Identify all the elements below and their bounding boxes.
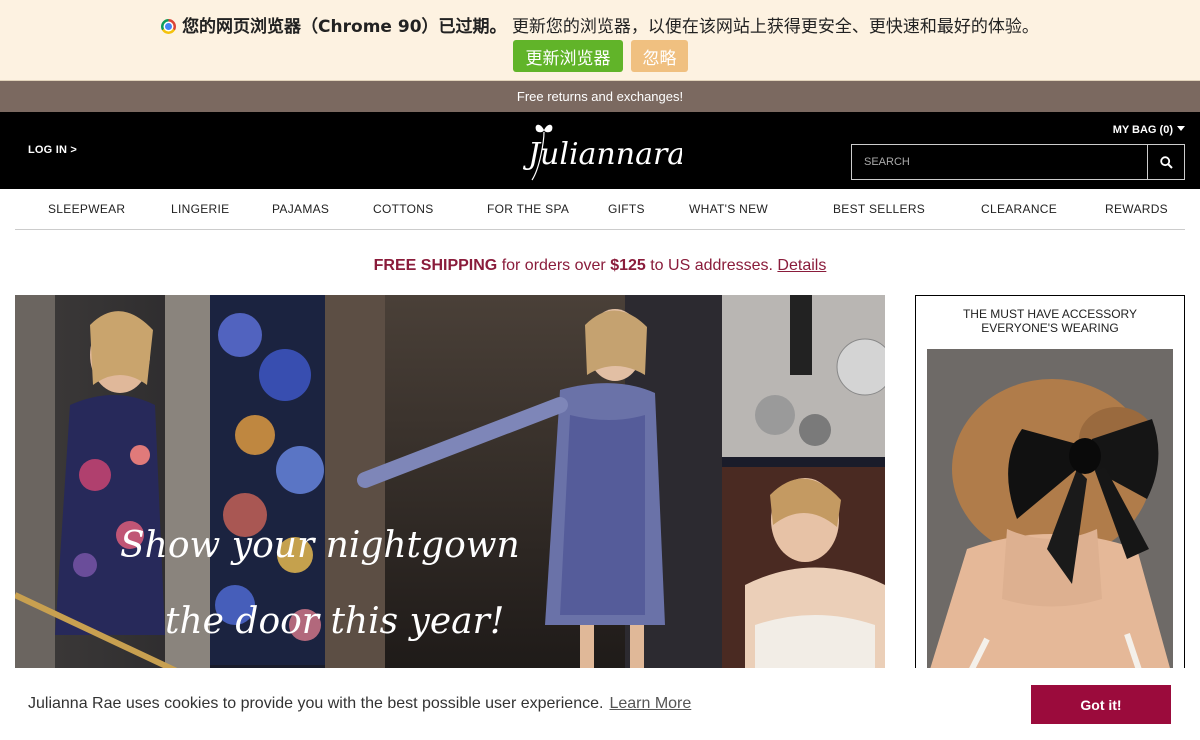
- nav-item-pajamas[interactable]: PAJAMAS: [272, 202, 329, 216]
- nav-item-sleepwear[interactable]: SLEEPWEAR: [48, 202, 125, 216]
- nav-item-rewards[interactable]: REWARDS: [1105, 202, 1168, 216]
- side-promo[interactable]: THE MUST HAVE ACCESSORY EVERYONE'S WEARI…: [915, 295, 1185, 685]
- update-browser-button[interactable]: 更新浏览器: [513, 40, 623, 72]
- search-button[interactable]: [1147, 145, 1184, 179]
- nav-item-gifts[interactable]: GIFTS: [608, 202, 645, 216]
- cookie-message-container: Julianna Rae uses cookies to provide you…: [28, 695, 691, 713]
- free-shipping-amount: $125: [610, 257, 646, 274]
- free-shipping-text2: to US addresses.: [650, 257, 773, 274]
- nav-item-lingerie[interactable]: LINGERIE: [171, 202, 229, 216]
- site-header: LOG IN > Juliannarae MY BAG (0): [0, 112, 1200, 189]
- browser-update-title: 您的网页浏览器（Chrome 90）已过期。: [182, 17, 507, 37]
- ignore-button[interactable]: 忽略: [631, 40, 688, 72]
- free-shipping-text1: for orders over: [501, 257, 606, 274]
- promo-bar: Free returns and exchanges!: [0, 81, 1200, 112]
- search-box: [851, 144, 1185, 180]
- browser-update-message: 您的网页浏览器（Chrome 90）已过期。 更新您的浏览器，以便在该网站上获得…: [0, 12, 1200, 37]
- cookie-consent-bar: Julianna Rae uses cookies to provide you…: [0, 668, 1200, 740]
- cookie-message: Julianna Rae uses cookies to provide you…: [28, 695, 604, 712]
- logo[interactable]: Juliannarae: [522, 118, 682, 184]
- browser-update-text: 更新您的浏览器，以便在该网站上获得更安全、更快速和最好的体验。: [511, 17, 1039, 37]
- side-promo-image: [927, 349, 1173, 679]
- nav-item-for-the-spa[interactable]: FOR THE SPA: [487, 202, 569, 216]
- hero-script-line1: Show your nightgown: [120, 525, 520, 566]
- main-nav: SLEEPWEAR LINGERIE PAJAMAS COTTONS FOR T…: [15, 189, 1185, 230]
- nav-item-best-sellers[interactable]: BEST SELLERS: [833, 202, 925, 216]
- learn-more-link[interactable]: Learn More: [609, 695, 691, 712]
- cookie-accept-button[interactable]: Got it!: [1031, 685, 1171, 724]
- side-promo-title: THE MUST HAVE ACCESSORY EVERYONE'S WEARI…: [962, 307, 1138, 335]
- my-bag-link[interactable]: MY BAG (0): [1113, 124, 1185, 136]
- hero-image: Show your nightgown the door this year!: [15, 295, 885, 675]
- login-link[interactable]: LOG IN >: [28, 144, 77, 156]
- free-shipping-banner: FREE SHIPPING for orders over $125 to US…: [0, 257, 1200, 275]
- search-input[interactable]: [852, 145, 1147, 179]
- search-icon: [1159, 155, 1173, 169]
- hero-banner[interactable]: Show your nightgown the door this year!: [15, 295, 885, 675]
- nav-item-cottons[interactable]: COTTONS: [373, 202, 434, 216]
- nav-item-clearance[interactable]: CLEARANCE: [981, 202, 1057, 216]
- hero-script-line2: the door this year!: [165, 601, 504, 642]
- logo-text: Juliannarae: [522, 137, 682, 172]
- chrome-icon: [161, 19, 177, 34]
- details-link[interactable]: Details: [777, 257, 826, 274]
- free-shipping-label: FREE SHIPPING: [373, 257, 498, 274]
- chevron-down-icon: [1177, 126, 1185, 131]
- nav-item-whats-new[interactable]: WHAT'S NEW: [689, 202, 768, 216]
- my-bag-label: MY BAG (0): [1112, 124, 1173, 136]
- browser-update-banner: 您的网页浏览器（Chrome 90）已过期。 更新您的浏览器，以便在该网站上获得…: [0, 0, 1200, 81]
